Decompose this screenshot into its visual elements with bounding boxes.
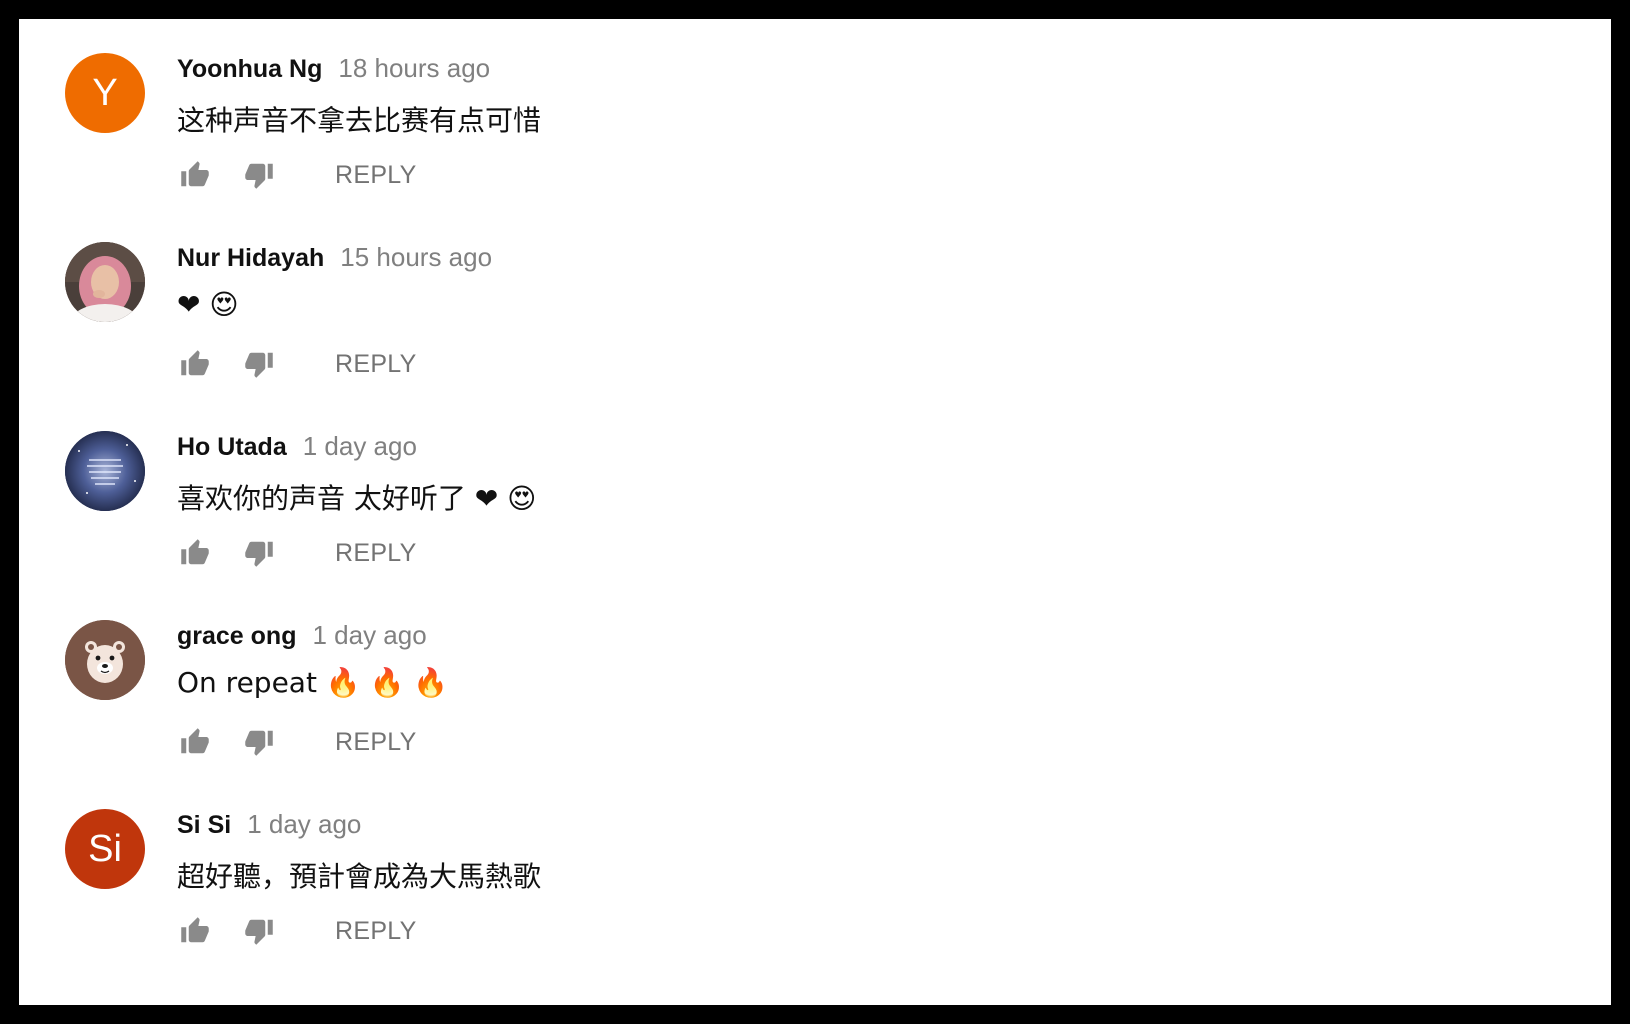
reply-button[interactable]: REPLY [335,161,417,190]
avatar[interactable]: Y [65,53,145,133]
comment-actions: REPLY [177,533,417,573]
dislike-button[interactable] [241,535,277,571]
timestamp[interactable]: 18 hours ago [338,53,490,84]
comment-item: Si Si Si 1 day ago 超好聽，預計會成為大馬熱歌 REPLY [19,775,1611,971]
reply-button[interactable]: REPLY [335,539,417,568]
timestamp[interactable]: 15 hours ago [340,242,492,273]
comment-header: Yoonhua Ng 18 hours ago [177,53,490,87]
comment-text: On repeat 🔥 🔥 🔥 [177,666,449,699]
dislike-button[interactable] [241,157,277,193]
comment-text: 超好聽，預計會成為大馬熱歌 [177,860,542,893]
comment-item: Y Yoonhua Ng 18 hours ago 这种声音不拿去比赛有点可惜 … [19,19,1611,215]
comment-header: grace ong 1 day ago [177,620,427,654]
galaxy-photo-avatar [65,431,145,511]
comment-actions: REPLY [177,722,417,762]
comment-item: Nur Hidayah 15 hours ago ❤ 😍 REPLY [19,208,1611,404]
like-button[interactable] [177,346,213,382]
reply-button[interactable]: REPLY [335,917,417,946]
timestamp[interactable]: 1 day ago [312,620,426,651]
thumbs-down-icon [245,541,273,567]
thumbs-up-icon [181,350,209,376]
thumbs-down-icon [245,352,273,378]
timestamp[interactable]: 1 day ago [247,809,361,840]
author-name[interactable]: Yoonhua Ng [177,55,322,84]
comment-actions: REPLY [177,344,417,384]
comment-item: grace ong 1 day ago On repeat 🔥 🔥 🔥 REPL… [19,586,1611,782]
author-name[interactable]: grace ong [177,622,296,651]
avatar-letter: Y [92,71,118,114]
thumbs-up-icon [181,161,209,187]
like-button[interactable] [177,535,213,571]
avatar[interactable]: Si [65,809,145,889]
avatar[interactable] [65,620,145,700]
reply-button[interactable]: REPLY [335,728,417,757]
thumbs-down-icon [245,163,273,189]
like-button[interactable] [177,913,213,949]
dislike-button[interactable] [241,724,277,760]
comment-text: 喜欢你的声音 太好听了 ❤ 😍 [177,482,537,515]
comment-actions: REPLY [177,155,417,195]
timestamp[interactable]: 1 day ago [303,431,417,462]
reply-button[interactable]: REPLY [335,350,417,379]
author-name[interactable]: Nur Hidayah [177,244,324,273]
thumbs-up-icon [181,539,209,565]
author-name[interactable]: Ho Utada [177,433,287,462]
thumbs-up-icon [181,917,209,943]
avatar[interactable] [65,431,145,511]
thumbs-down-icon [245,919,273,945]
comment-actions: REPLY [177,911,417,951]
avatar-letter: Si [88,827,122,870]
comment-header: Si Si 1 day ago [177,809,361,843]
thumbs-down-icon [245,730,273,756]
comment-text: ❤ 😍 [177,288,239,321]
author-name[interactable]: Si Si [177,811,231,840]
like-button[interactable] [177,724,213,760]
thumbs-up-icon [181,728,209,754]
avatar[interactable] [65,242,145,322]
like-button[interactable] [177,157,213,193]
dislike-button[interactable] [241,346,277,382]
user-photo-avatar [65,242,145,322]
bear-face-icon [65,620,145,700]
comment-text: 这种声音不拿去比赛有点可惜 [177,104,542,137]
comments-panel: Y Yoonhua Ng 18 hours ago 这种声音不拿去比赛有点可惜 … [19,19,1611,1005]
comment-header: Ho Utada 1 day ago [177,431,417,465]
dislike-button[interactable] [241,913,277,949]
comment-header: Nur Hidayah 15 hours ago [177,242,492,276]
comment-item: Ho Utada 1 day ago 喜欢你的声音 太好听了 ❤ 😍 REPLY [19,397,1611,593]
